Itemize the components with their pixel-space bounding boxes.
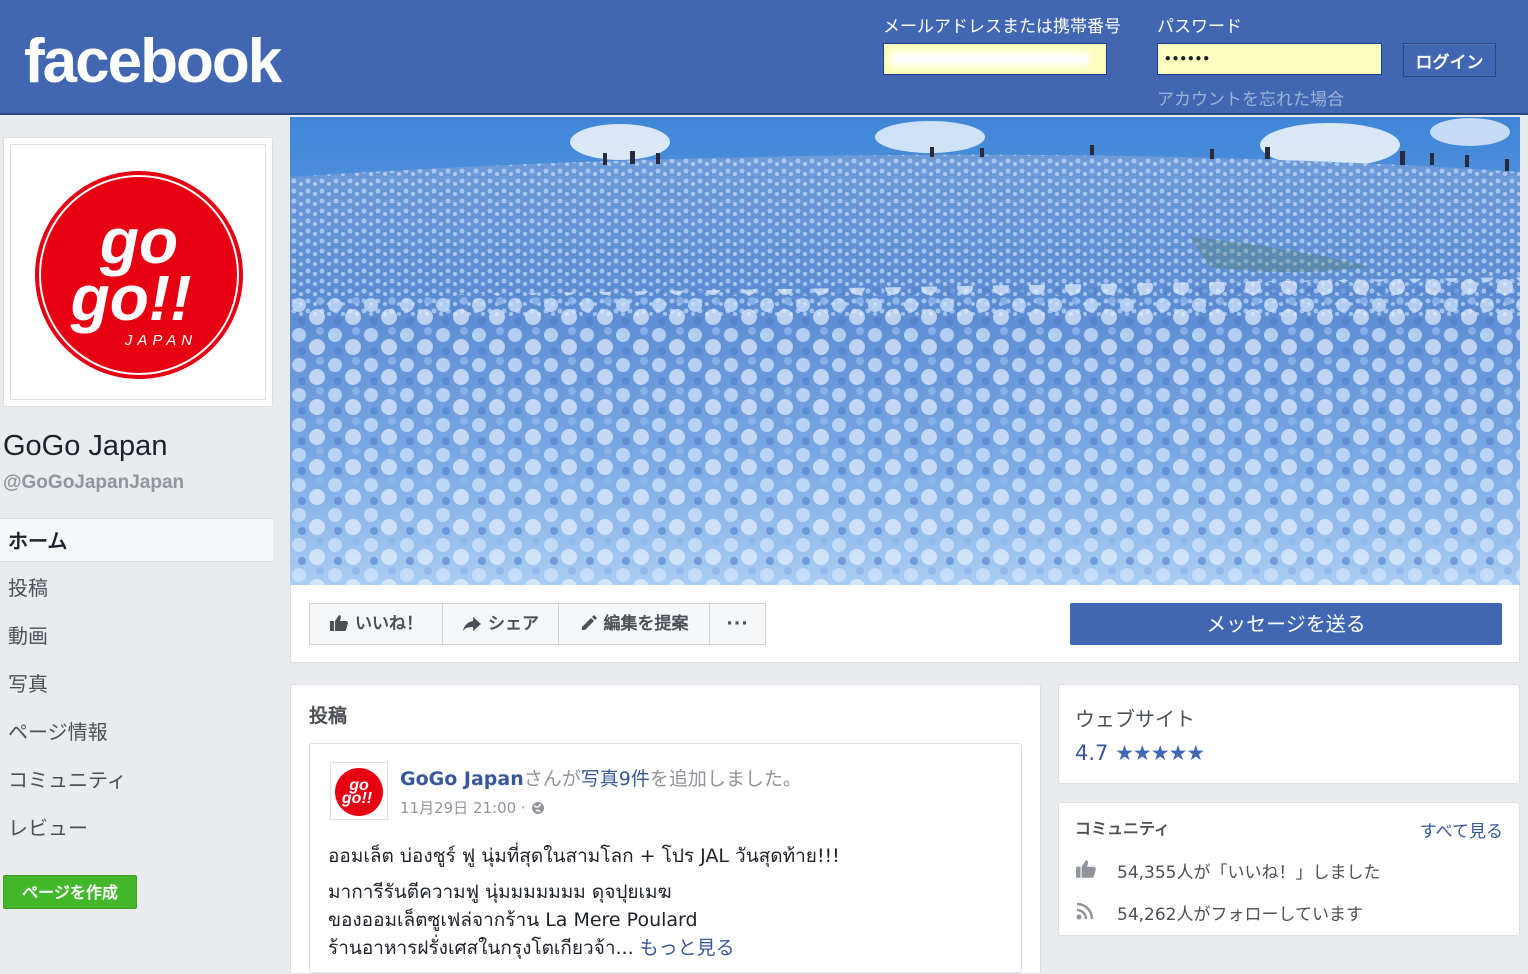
suggest-edit-button[interactable]: 編集を提案	[558, 603, 710, 645]
rating-summary[interactable]: 4.7 ★★★★★	[1075, 741, 1205, 765]
page-title[interactable]: GoGo Japan	[3, 430, 167, 463]
post-timestamp[interactable]: 11月29日 21:00 ·	[400, 799, 526, 817]
like-button[interactable]: いいね！	[309, 603, 443, 645]
logo-text-japan: JAPAN	[124, 332, 197, 349]
globe-icon	[531, 802, 544, 814]
cover-photo[interactable]	[290, 117, 1520, 585]
post-author-avatar[interactable]: go go!!	[330, 762, 388, 820]
send-message-button[interactable]: メッセージを送る	[1070, 603, 1502, 645]
email-field[interactable]	[883, 43, 1107, 75]
post-text-line-2: มาการีรันตีความฟู นุ่มมมมมมม ดุจปุยเมฆ	[328, 881, 672, 903]
thumbs-up-icon	[1076, 860, 1096, 878]
posts-section-title: 投稿	[309, 705, 348, 727]
login-button[interactable]: ログイン	[1403, 43, 1496, 77]
post-item: go go!! GoGo Japanさんが写真9件を追加しました。 11月29日…	[309, 743, 1022, 973]
post-meta: 11月29日 21:00 ·	[400, 797, 545, 818]
post-action-prefix: さんが	[523, 768, 581, 790]
rating-stars: ★★★★★	[1115, 741, 1205, 765]
community-title: コミュニティ	[1075, 819, 1171, 838]
see-all-link[interactable]: すべて見る	[1420, 817, 1503, 842]
post-text-line-4-body: ร้านอาหารฝรั่งเศสในกรุงโตเกียวจ้า...	[328, 937, 634, 959]
email-label: メールアドレスまたは携帯番号	[883, 17, 1121, 37]
post-action-suffix: を追加しました。	[649, 768, 802, 790]
share-arrow-icon	[463, 617, 481, 631]
community-card: コミュニティ すべて見る 54,355人が「いいね！」しました 54,262人が…	[1058, 802, 1520, 936]
password-field[interactable]: ••••••	[1157, 43, 1382, 75]
share-label: シェア	[488, 614, 539, 634]
nav-item-videos[interactable]: 動画	[0, 614, 273, 658]
profile-picture-frame: go go!! JAPAN	[10, 144, 266, 400]
nav-item-reviews[interactable]: レビュー	[0, 806, 273, 850]
nav-item-home[interactable]: ホーム	[0, 518, 273, 562]
create-page-button[interactable]: ページを作成	[3, 875, 137, 909]
nav-item-about[interactable]: ページ情報	[0, 710, 273, 754]
gogo-japan-logo: go go!! JAPAN	[35, 171, 243, 379]
svg-text:go!!: go!!	[341, 790, 373, 807]
password-label: パスワード	[1157, 17, 1242, 37]
post-photos-link[interactable]: 写真9件	[581, 768, 650, 790]
more-options-button[interactable]: ···	[709, 603, 766, 645]
posts-card: 投稿 go go!! GoGo Japanさんが写真9件を追加しました。 11月…	[290, 684, 1041, 974]
nav-item-photos[interactable]: 写真	[0, 662, 273, 706]
top-bar: facebook メールアドレスまたは携帯番号 パスワード •••••• ログイ…	[0, 0, 1528, 115]
rss-follow-icon	[1076, 902, 1094, 920]
gogo-japan-logo-small: go go!!	[335, 768, 383, 816]
rating-value: 4.7	[1075, 741, 1109, 765]
page-handle[interactable]: @GoGoJapanJapan	[3, 472, 184, 494]
share-button[interactable]: シェア	[442, 603, 559, 645]
post-text-line-4: ร้านอาหารฝรั่งเศสในกรุงโตเกียวจ้า... もっと…	[328, 933, 735, 963]
nav-item-community[interactable]: コミュニティ	[0, 758, 273, 802]
thumbs-up-icon	[330, 615, 348, 631]
like-label: いいね！	[355, 614, 423, 634]
cover-image	[290, 117, 1520, 585]
facebook-logo[interactable]: facebook	[24, 24, 282, 100]
profile-picture[interactable]: go go!! JAPAN	[3, 137, 273, 407]
email-value-blurred	[890, 52, 1090, 66]
pencil-icon	[581, 615, 597, 630]
website-title[interactable]: ウェブサイト	[1075, 703, 1195, 732]
forgot-account-link[interactable]: アカウントを忘れた場合	[1157, 85, 1344, 110]
suggest-edit-label: 編集を提案	[603, 614, 689, 634]
post-author-name[interactable]: GoGo Japan	[400, 768, 524, 790]
website-rating-card: ウェブサイト 4.7 ★★★★★	[1058, 684, 1520, 784]
nav-item-posts[interactable]: 投稿	[0, 566, 273, 610]
likes-count: 54,355人が「いいね！」しました	[1117, 863, 1381, 883]
post-text-line-1: ออมเล็ต บ่องชูร์ ฟู นุ่มที่สุดในสามโลก +…	[328, 845, 840, 867]
post-header: GoGo Japanさんが写真9件を追加しました。	[400, 764, 802, 791]
see-more-link[interactable]: もっと見る	[640, 937, 735, 959]
followers-count: 54,262人がフォローしています	[1117, 905, 1363, 925]
post-text-line-3: ของออมเล็ตซูเฟล่จากร้าน La Mere Poulard	[328, 909, 698, 931]
logo-text-go2: go!!	[70, 262, 192, 334]
